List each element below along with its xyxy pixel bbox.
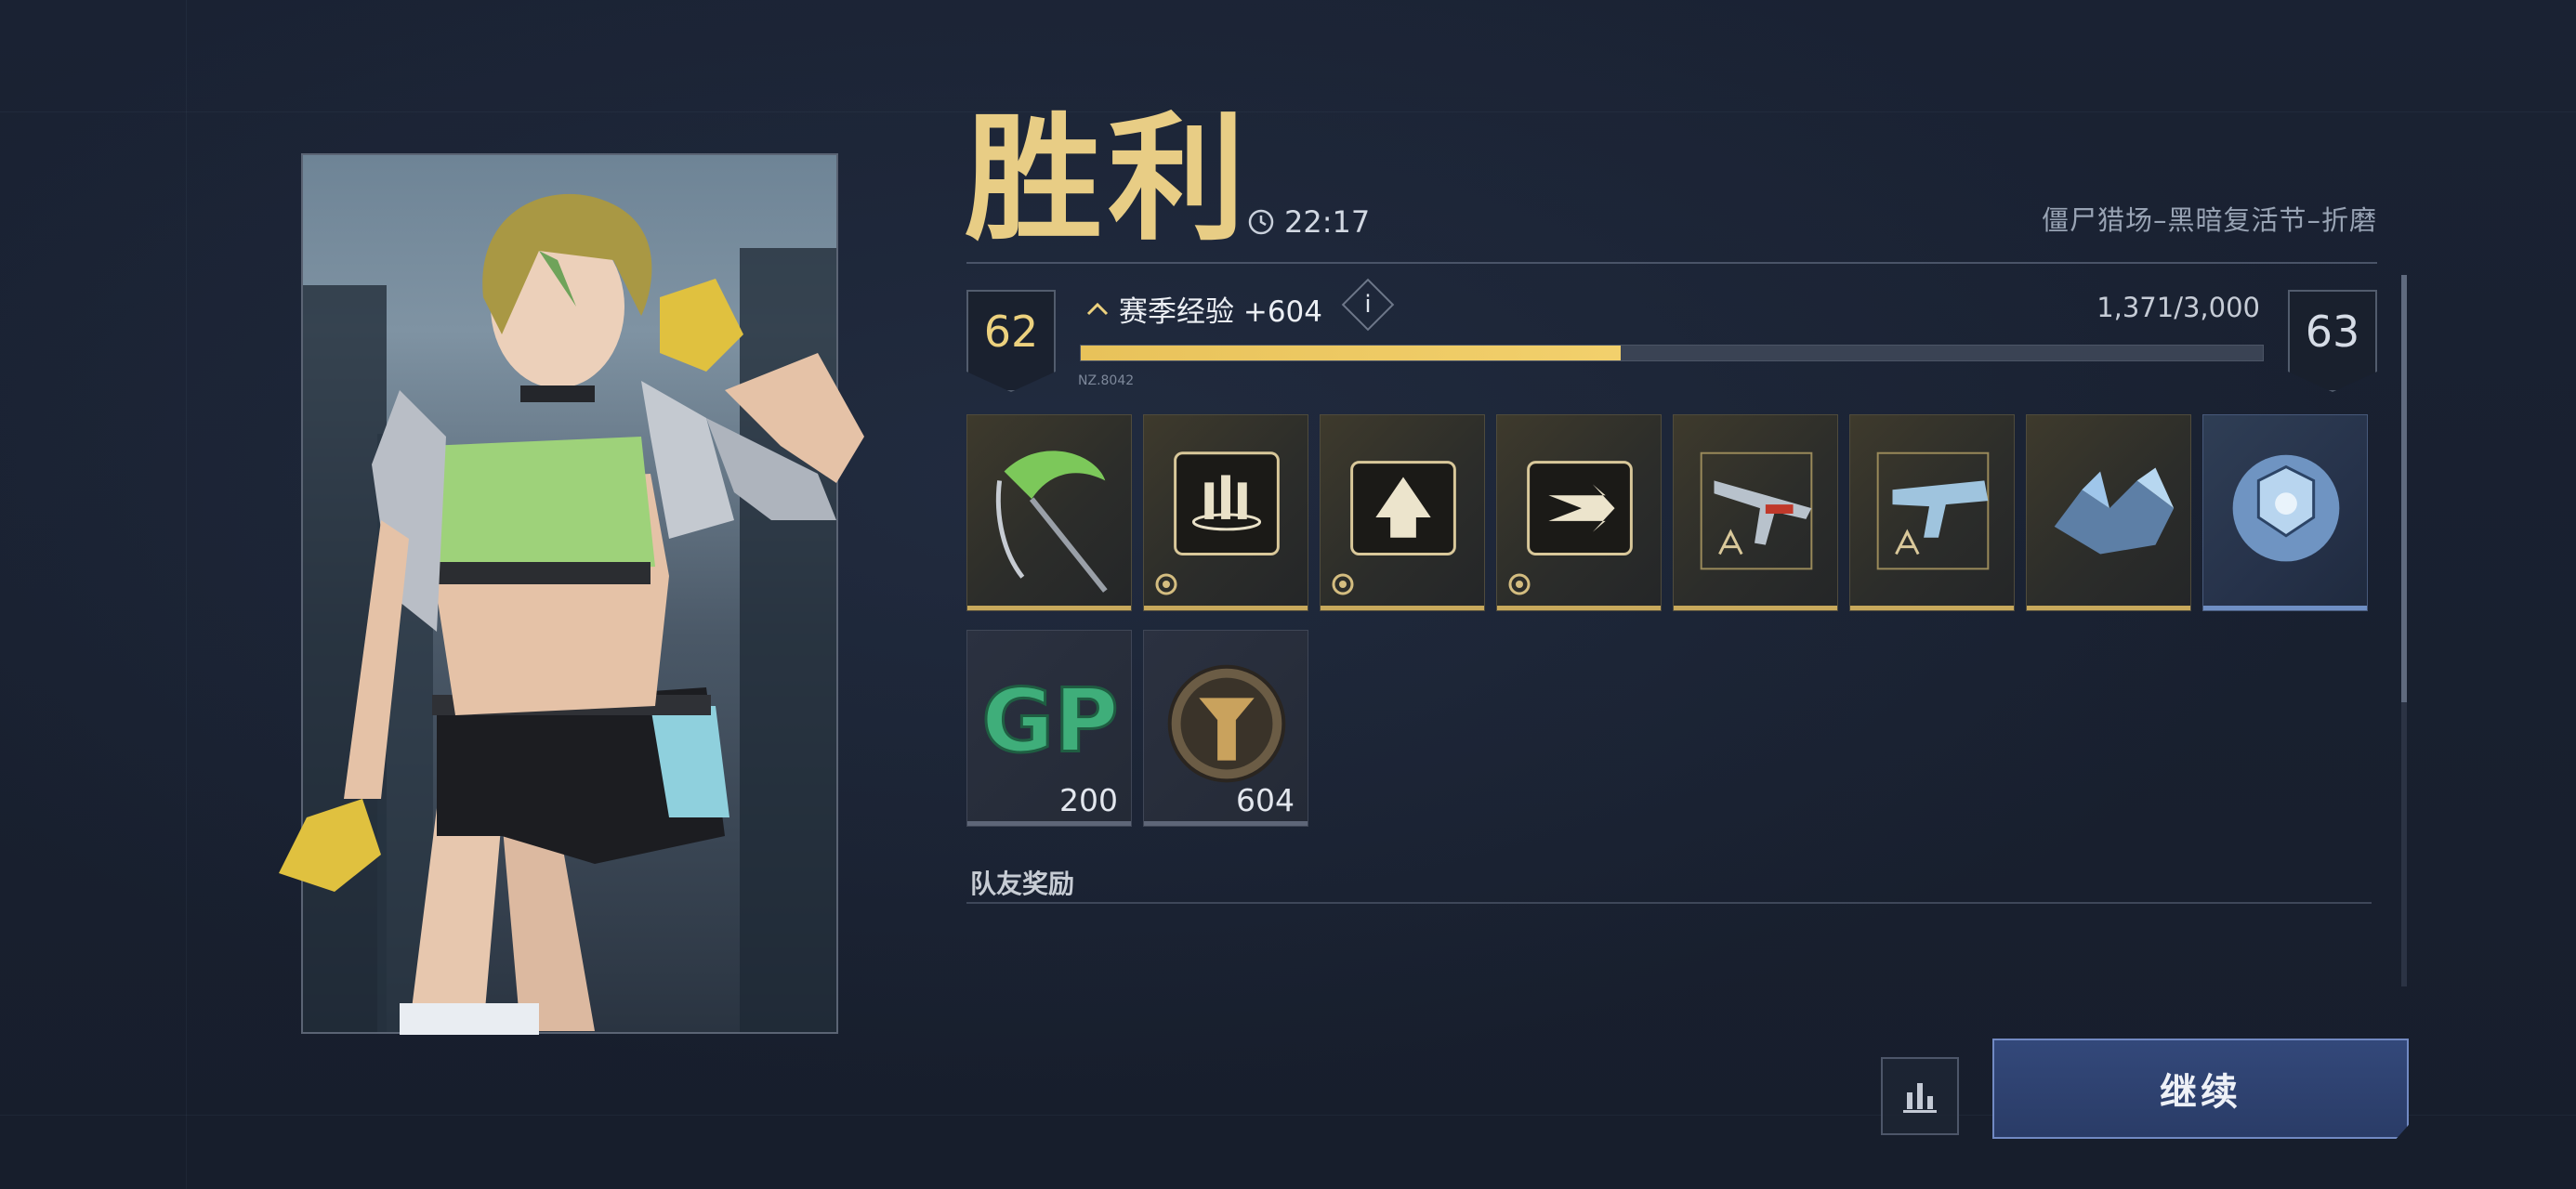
current-level-badge: 62 <box>966 290 1056 392</box>
gear-badge-icon <box>1508 573 1531 595</box>
teammate-divider <box>966 902 2372 904</box>
scrollbar-thumb[interactable] <box>2401 275 2407 702</box>
reward-item-dash-folder[interactable] <box>1496 414 1662 611</box>
rifle-icon <box>1700 451 1813 570</box>
reward-item-upgrade-folder[interactable] <box>1320 414 1485 611</box>
xp-progress-bar <box>1080 345 2264 361</box>
reward-item-crystal-shard[interactable] <box>2026 414 2191 611</box>
chevron-up-icon <box>1086 302 1109 315</box>
match-time: 22:17 <box>1247 204 1370 240</box>
xp-progress-fill <box>1081 346 1622 360</box>
reward-count: 200 <box>1059 782 1118 818</box>
reward-item-green-scythe[interactable] <box>966 414 1132 611</box>
xp-info-button[interactable]: i <box>1341 278 1395 332</box>
reward-item-rifle-blueprint[interactable] <box>1673 414 1838 611</box>
victory-screen: 胜利 22:17 僵尸猎场–黑暗复活节–折磨 62 63 赛季经验 +604 i… <box>0 0 2576 1189</box>
rarity-stripe <box>1321 606 1484 610</box>
teammate-rewards-label: 队友奖励 <box>970 869 1075 899</box>
pistol-icon <box>1876 451 1990 570</box>
character-figure <box>279 193 864 1035</box>
xp-code-text: NZ.8042 <box>1078 373 1135 388</box>
rarity-stripe <box>1497 606 1661 610</box>
rarity-stripe <box>967 606 1131 610</box>
rarity-stripe <box>967 821 1131 826</box>
rarity-stripe <box>1674 606 1837 610</box>
reward-item-badge-coin[interactable]: 604 <box>1143 630 1308 827</box>
rarity-stripe <box>2203 606 2367 610</box>
scythe-icon <box>995 451 1108 593</box>
gp-text: GP <box>981 671 1118 773</box>
reward-item-ammo-folder[interactable] <box>1143 414 1308 611</box>
reward-count: 604 <box>1236 782 1295 818</box>
reward-item-ice-cube[interactable] <box>2202 414 2368 611</box>
victory-title: 胜利 <box>965 99 1251 259</box>
next-level-badge: 63 <box>2288 290 2377 392</box>
game-mode-name: 僵尸猎场–黑暗复活节–折磨 <box>2041 204 2377 236</box>
reward-item-pistol-blueprint[interactable] <box>1849 414 2015 611</box>
stats-button[interactable] <box>1881 1057 1959 1135</box>
match-time-text: 22:17 <box>1284 204 1371 240</box>
crystal-icon <box>2054 467 2175 555</box>
rarity-stripe <box>2027 606 2190 610</box>
reward-item-gp-currency[interactable]: GP 200 <box>966 630 1132 827</box>
rarity-stripe <box>1850 606 2014 610</box>
header-divider <box>966 262 2377 264</box>
gear-badge-icon <box>1332 573 1354 595</box>
season-xp-label: 赛季经验 +604 <box>1085 288 1322 330</box>
rarity-stripe <box>1144 606 1308 610</box>
clock-icon <box>1248 209 1274 235</box>
continue-label: 继续 <box>2160 1071 2241 1114</box>
rarity-stripe <box>1144 821 1308 826</box>
season-xp-text: 赛季经验 +604 <box>1119 295 1322 329</box>
bar-chart-icon <box>1903 1083 1937 1113</box>
scrollbar[interactable] <box>2401 275 2407 986</box>
xp-progress-text: 1,371/3,000 <box>2096 292 2260 323</box>
gear-badge-icon <box>1155 573 1177 595</box>
info-icon: i <box>1364 291 1372 319</box>
cube-icon <box>2232 454 2340 562</box>
continue-button[interactable]: 继续 <box>1992 1039 2409 1139</box>
